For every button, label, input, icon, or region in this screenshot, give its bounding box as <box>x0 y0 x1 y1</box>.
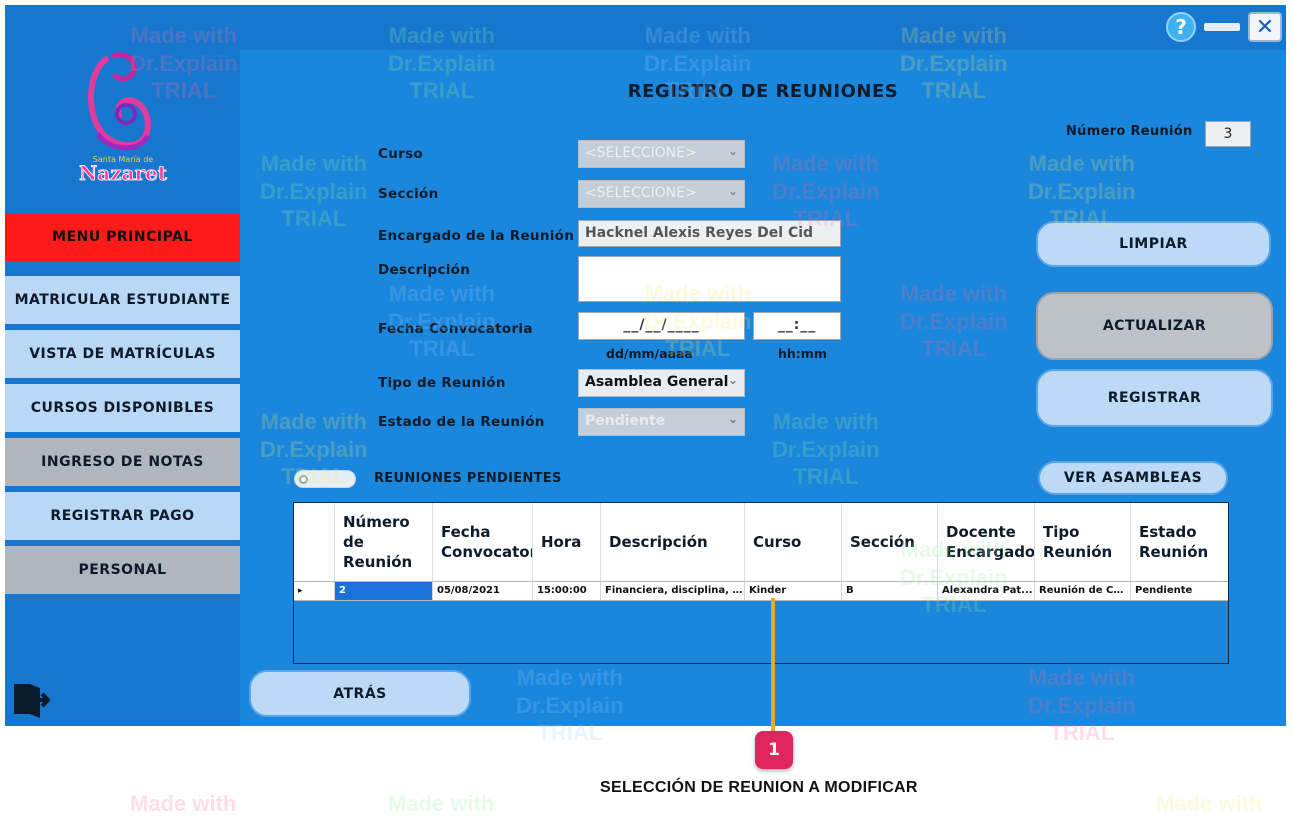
column-header-tipo[interactable]: Tipo Reunión <box>1035 503 1131 581</box>
exit-icon[interactable] <box>10 680 51 720</box>
annotation-caption: SELECCIÓN DE REUNION A MODIFICAR <box>600 779 918 796</box>
sidebar-item-notas[interactable]: INGRESO DE NOTAS <box>5 438 240 486</box>
chevron-down-icon: ⌄ <box>727 184 738 198</box>
sidebar-menu-principal[interactable]: MENU PRINCIPAL <box>5 213 240 261</box>
close-button[interactable]: ✕ <box>1248 12 1282 42</box>
registrar-button[interactable]: REGISTRAR <box>1036 369 1273 427</box>
column-header-estado[interactable]: Estado Reunión <box>1131 503 1228 581</box>
page-title: REGISTRO DE REUNIONES <box>627 81 899 102</box>
cell-hora[interactable]: 15:00:00 <box>533 582 601 600</box>
column-header-docente[interactable]: Docente Encargado <box>938 503 1035 581</box>
limpiar-button[interactable]: LIMPIAR <box>1036 221 1271 267</box>
seccion-select-value: <SELECCIONE> <box>585 185 697 201</box>
curso-label: Curso <box>378 146 423 162</box>
reuniones-pendientes-label: REUNIONES PENDIENTES <box>374 471 562 486</box>
annotation-badge: 1 <box>755 731 793 769</box>
watermark: Made with <box>388 791 495 816</box>
seccion-select[interactable]: <SELECCIONE> ⌄ <box>578 180 745 208</box>
cell-descripcion[interactable]: Financiera, disciplina, a... <box>601 582 745 600</box>
watermark: Made with <box>1156 791 1263 816</box>
numero-reunion-label: Número Reunión <box>1066 124 1193 139</box>
cell-docente[interactable]: Alexandra Pat... <box>938 582 1035 600</box>
cell-fecha[interactable]: 05/08/2021 <box>433 582 533 600</box>
hora-field[interactable]: __:__ <box>753 312 841 340</box>
cell-seccion[interactable]: B <box>842 582 938 600</box>
descripcion-field[interactable] <box>578 256 841 302</box>
sidebar-item-personal[interactable]: PERSONAL <box>5 546 240 594</box>
sidebar-item-pago[interactable]: REGISTRAR PAGO <box>5 492 240 540</box>
sidebar-item-cursos[interactable]: CURSOS DISPONIBLES <box>5 384 240 432</box>
hora-hint: hh:mm <box>778 346 827 361</box>
encargado-label: Encargado de la Reunión <box>378 228 575 244</box>
help-button[interactable]: ? <box>1166 12 1196 42</box>
column-header-seccion[interactable]: Sección <box>842 503 938 581</box>
watermark: Made with <box>130 791 237 816</box>
descripcion-label: Descripción <box>378 262 471 278</box>
encargado-field: Hacknel Alexis Reyes Del Cid <box>578 220 841 247</box>
fecha-label: Fecha Convocatoria <box>378 321 533 337</box>
logo-image: Santa María de Nazaret <box>79 52 168 185</box>
school-logo: Santa María de Nazaret <box>78 50 168 190</box>
curso-select-value: <SELECCIONE> <box>585 145 697 161</box>
seccion-label: Sección <box>378 186 439 202</box>
reuniones-pendientes-toggle[interactable] <box>294 470 356 488</box>
fecha-hint: dd/mm/aaaa <box>606 346 693 361</box>
tipo-select-value: Asamblea General <box>585 374 729 390</box>
actualizar-button[interactable]: ACTUALIZAR <box>1036 292 1273 360</box>
annotation-marker-line <box>771 598 775 736</box>
estado-select[interactable]: Pendiente ⌄ <box>578 408 745 436</box>
table-row[interactable]: ▸ 2 05/08/2021 15:00:00 Financiera, disc… <box>294 581 1228 601</box>
column-header-hora[interactable]: Hora <box>533 503 601 581</box>
column-header-curso[interactable]: Curso <box>745 503 842 581</box>
toggle-knob <box>299 475 308 484</box>
reuniones-grid[interactable]: Número de Reunión Fecha Convocatoria Hor… <box>293 502 1229 664</box>
chevron-down-icon: ⌄ <box>727 144 738 158</box>
estado-label: Estado de la Reunión <box>378 414 545 430</box>
estado-select-value: Pendiente <box>585 413 666 429</box>
numero-reunion-field: 3 <box>1205 121 1251 147</box>
row-indicator-icon: ▸ <box>294 582 335 600</box>
cell-estado[interactable]: Pendiente <box>1131 582 1228 600</box>
grid-corner <box>294 503 335 581</box>
column-header-fecha[interactable]: Fecha Convocatoria <box>433 503 533 581</box>
tipo-select[interactable]: Asamblea General ⌄ <box>578 369 745 397</box>
cell-tipo[interactable]: Reunión de Cu... <box>1035 582 1131 600</box>
atras-button[interactable]: ATRÁS <box>249 670 471 717</box>
ver-asambleas-button[interactable]: VER ASAMBLEAS <box>1038 461 1228 495</box>
sidebar-item-matricular[interactable]: MATRICULAR ESTUDIANTE <box>5 276 240 324</box>
cell-numero[interactable]: 2 <box>335 582 433 600</box>
chevron-down-icon: ⌄ <box>727 373 738 387</box>
sidebar-item-vista-matriculas[interactable]: VISTA DE MATRÍCULAS <box>5 330 240 378</box>
cell-curso[interactable]: Kinder <box>745 582 842 600</box>
column-header-numero[interactable]: Número de Reunión <box>335 503 433 581</box>
window-controls: ? ✕ <box>1166 12 1282 42</box>
chevron-down-icon: ⌄ <box>727 412 738 426</box>
fecha-field[interactable]: __/__/____ <box>578 312 745 340</box>
grid-header: Número de Reunión Fecha Convocatoria Hor… <box>294 503 1228 581</box>
tipo-label: Tipo de Reunión <box>378 375 506 391</box>
logo-text: Nazaret <box>79 161 168 185</box>
curso-select[interactable]: <SELECCIONE> ⌄ <box>578 140 745 168</box>
column-header-descripcion[interactable]: Descripción <box>601 503 745 581</box>
minimize-button[interactable] <box>1204 23 1240 31</box>
